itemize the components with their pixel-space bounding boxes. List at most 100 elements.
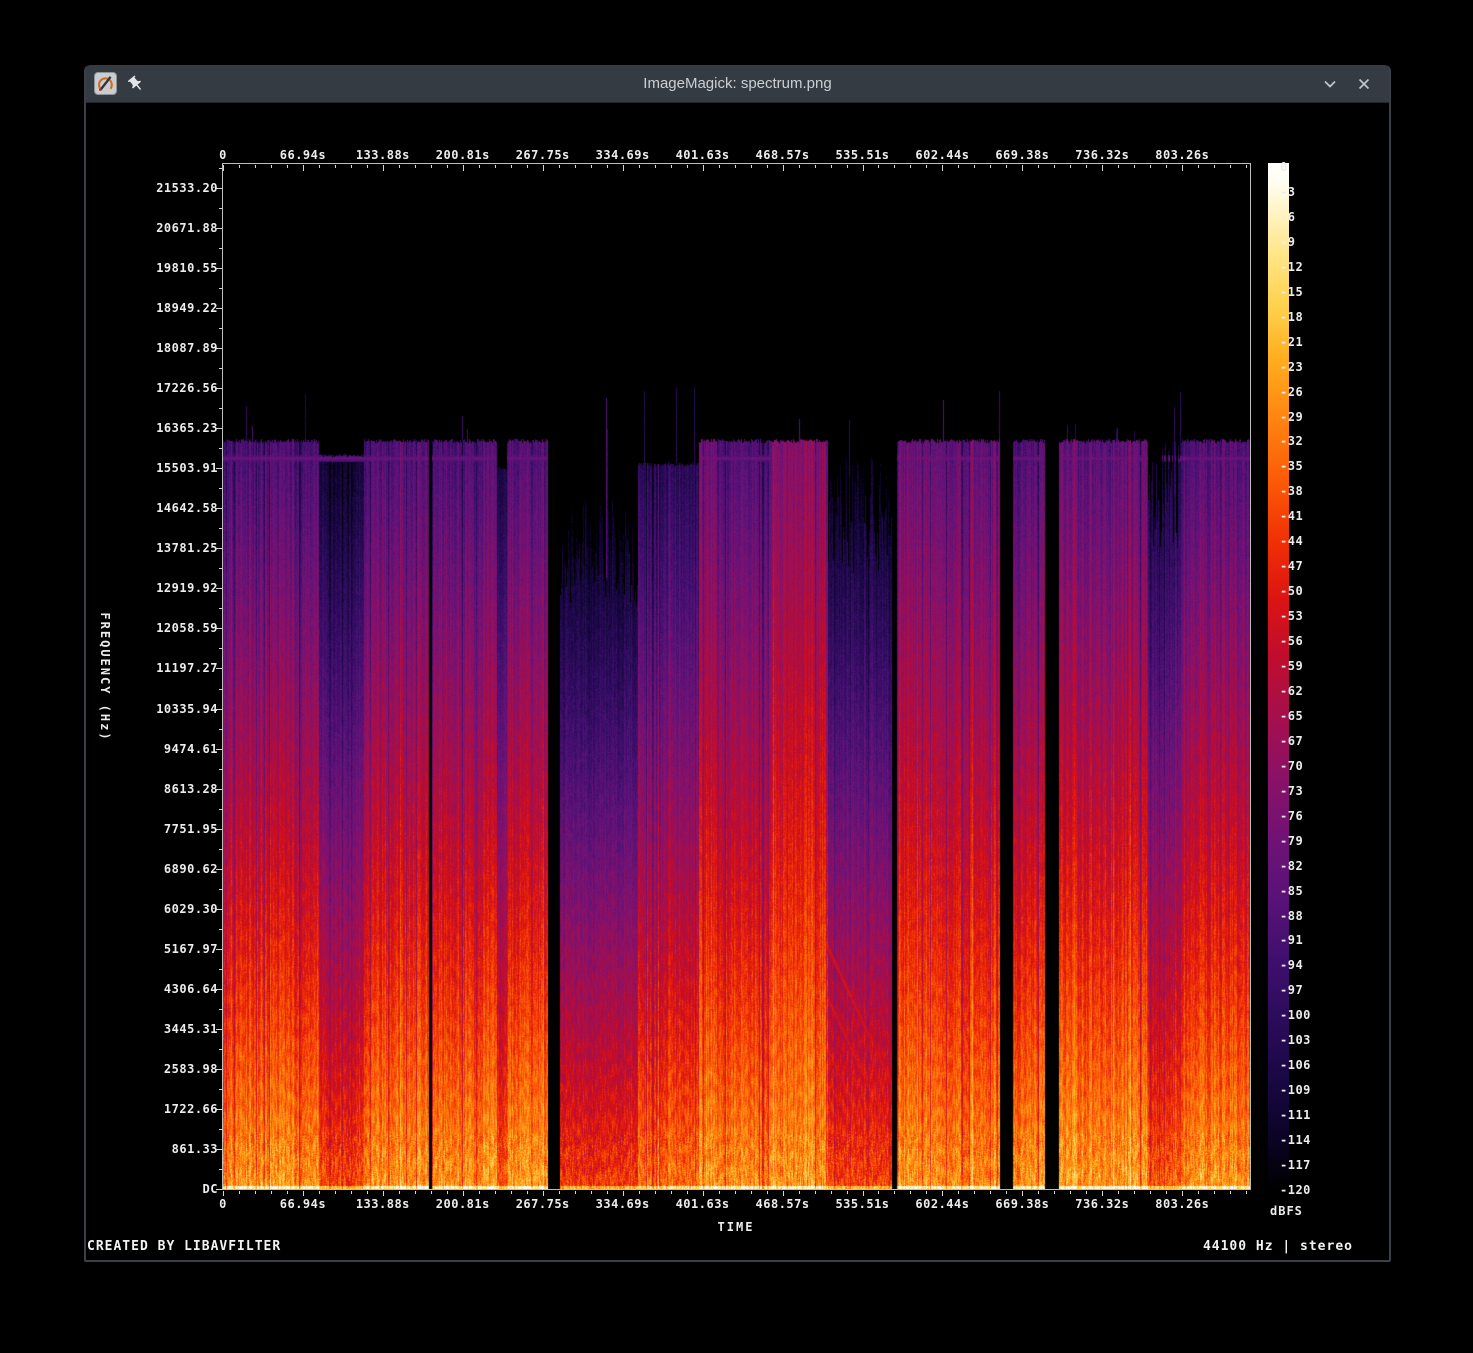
titlebar: ImageMagick: spectrum.png [86, 65, 1389, 103]
colorbar-tick-label: -103 [1280, 1033, 1311, 1047]
axis-tick [1150, 1191, 1151, 1194]
axis-tick [1102, 1191, 1103, 1196]
axis-tick [219, 849, 222, 850]
colorbar-tick-label: -67 [1280, 734, 1303, 748]
axis-tick [1134, 1191, 1135, 1194]
axis-tick [219, 248, 222, 249]
axis-tick [1134, 165, 1135, 168]
axis-tick [495, 1191, 496, 1194]
x-tick-label: 602.44s [915, 148, 969, 162]
axis-tick [958, 165, 959, 168]
x-tick-label: 468.57s [756, 1197, 810, 1211]
axis-tick [219, 608, 222, 609]
y-tick-label: 4306.64 [140, 982, 218, 996]
y-tick-label: 7751.95 [140, 822, 218, 836]
x-tick-label: 535.51s [835, 1197, 889, 1211]
axis-tick [219, 1089, 222, 1090]
axis-tick [559, 1191, 560, 1194]
axis-tick [219, 769, 222, 770]
axis-tick [219, 528, 222, 529]
axis-tick [878, 1191, 879, 1194]
axis-tick [1182, 165, 1183, 171]
y-tick-label: 2583.98 [140, 1062, 218, 1076]
axis-tick [219, 889, 222, 890]
axis-tick [815, 1191, 816, 1194]
shade-button[interactable] [1321, 75, 1339, 93]
axis-tick [1102, 165, 1103, 171]
colorbar-title: dBFS [1270, 1204, 1303, 1218]
axis-tick [1198, 1191, 1199, 1194]
close-button[interactable] [1355, 75, 1373, 93]
x-tick-label: 803.26s [1155, 1197, 1209, 1211]
x-tick-label: 66.94s [280, 148, 326, 162]
axis-tick [255, 165, 256, 168]
axis-tick [878, 165, 879, 168]
axis-tick [351, 1191, 352, 1194]
axis-tick [447, 165, 448, 168]
axis-tick [479, 165, 480, 168]
axis-tick [958, 1191, 959, 1194]
x-tick-label: 468.57s [756, 148, 810, 162]
axis-tick [894, 1191, 895, 1194]
colorbar-tick-label: -50 [1280, 584, 1303, 598]
axis-tick [543, 1191, 544, 1196]
axis-tick [287, 165, 288, 168]
axis-tick [1054, 165, 1055, 168]
axis-tick [431, 165, 432, 168]
spectrogram-plot-frame [222, 163, 1251, 1190]
axis-tick [783, 165, 784, 171]
x-tick-label: 334.69s [596, 148, 650, 162]
x-tick-label: 401.63s [676, 1197, 730, 1211]
spectrogram-image[interactable] [223, 164, 1250, 1189]
axis-tick [735, 165, 736, 168]
colorbar-tick-label: -23 [1280, 360, 1303, 374]
axis-tick [367, 1191, 368, 1194]
colorbar-tick-label: -15 [1280, 285, 1303, 299]
x-tick-label: 736.32s [1075, 1197, 1129, 1211]
axis-tick [479, 1191, 480, 1194]
axis-tick [239, 165, 240, 168]
axis-tick [974, 1191, 975, 1194]
colorbar-tick-label: -117 [1280, 1158, 1311, 1172]
colorbar-tick-label: -3 [1280, 185, 1295, 199]
axis-tick [415, 165, 416, 168]
y-tick-label: 861.33 [140, 1142, 218, 1156]
axis-tick [335, 165, 336, 168]
axis-tick [735, 1191, 736, 1194]
colorbar-tick-label: -47 [1280, 559, 1303, 573]
colorbar-tick-label: -100 [1280, 1008, 1311, 1022]
axis-tick [335, 1191, 336, 1194]
axis-tick [219, 488, 222, 489]
colorbar-tick-label: -32 [1280, 434, 1303, 448]
axis-tick [511, 165, 512, 168]
axis-tick [831, 165, 832, 168]
colorbar-tick-label: -41 [1280, 509, 1303, 523]
created-by-label: CREATED BY LIBAVFILTER [87, 1239, 281, 1254]
y-tick-label: 18949.22 [140, 301, 218, 315]
colorbar-tick-label: -12 [1280, 260, 1303, 274]
colorbar-tick-label: -73 [1280, 784, 1303, 798]
pin-icon[interactable] [127, 75, 145, 93]
x-tick-label: 669.38s [995, 148, 1049, 162]
axis-tick [543, 165, 544, 171]
axis-tick [271, 1191, 272, 1194]
axis-tick [671, 165, 672, 168]
axis-tick [399, 165, 400, 168]
x-tick-label: 267.75s [516, 1197, 570, 1211]
y-tick-label: 15503.91 [140, 461, 218, 475]
axis-tick [219, 208, 222, 209]
axis-tick [527, 1191, 528, 1194]
x-tick-label: 0 [219, 148, 227, 162]
colorbar-tick-label: -120 [1280, 1183, 1311, 1197]
axis-tick [847, 1191, 848, 1194]
colorbar-tick-label: -109 [1280, 1083, 1311, 1097]
axis-tick [687, 165, 688, 168]
imagemagick-window: ImageMagick: spectrum.png 066.94s133.88s… [84, 65, 1391, 1262]
axis-tick [463, 1191, 464, 1196]
x-tick-label: 267.75s [516, 148, 570, 162]
axis-tick [303, 165, 304, 171]
axis-tick [607, 165, 608, 168]
x-tick-label: 669.38s [995, 1197, 1049, 1211]
colorbar-tick-label: 0 [1280, 160, 1288, 174]
y-tick-label: 16365.23 [140, 421, 218, 435]
